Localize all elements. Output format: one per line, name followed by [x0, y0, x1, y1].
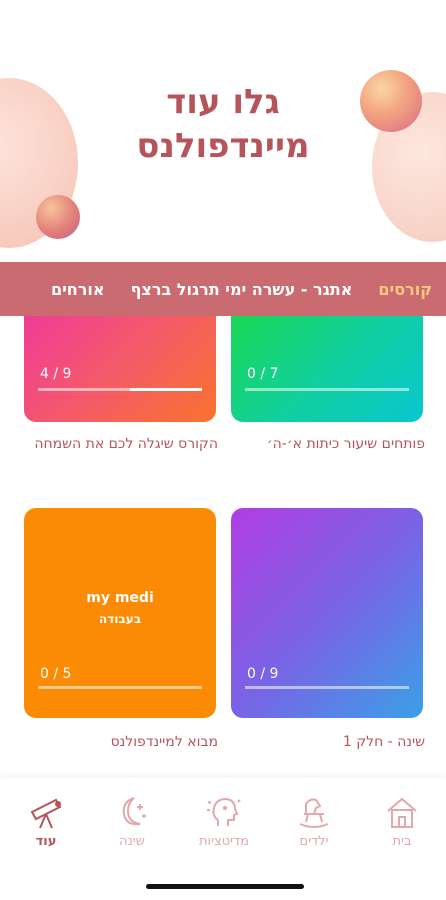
- progress-bar: [245, 388, 409, 391]
- course-title[interactable]: מבוא למיינדפולנס: [18, 730, 218, 754]
- telescope-icon: [30, 798, 62, 829]
- header: גלו עוד מיינדפולנס: [0, 0, 446, 262]
- nav-item-more[interactable]: עוד: [6, 794, 86, 854]
- nav-label: שינה: [119, 834, 145, 849]
- progress-text: 4 / 9: [40, 366, 72, 382]
- progress-fill: [129, 388, 202, 391]
- bottom-navigation: בית ילדים מדיטציות שינה עוד: [0, 778, 446, 900]
- nav-label: ילדים: [299, 834, 329, 849]
- card-overlay-subtitle: בעבודה: [98, 612, 142, 626]
- tab-challenge[interactable]: אתגר - עשרה ימי תרגול ברצף: [131, 280, 353, 299]
- meditation-head-icon: [207, 797, 241, 826]
- progress-bar: [245, 686, 409, 689]
- category-tabs: קורסים אתגר - עשרה ימי תרגול ברצף אורחים: [0, 262, 446, 316]
- progress-bar: [38, 388, 202, 391]
- page-title-line1: גלו עוד: [166, 82, 280, 122]
- progress-text: 0 / 5: [40, 666, 72, 682]
- nav-item-sleep[interactable]: שינה: [92, 794, 172, 854]
- page-title: גלו עוד מיינדפולנס: [60, 80, 386, 168]
- course-title[interactable]: שינה - חלק 1: [225, 730, 425, 754]
- nav-label: בית: [392, 834, 412, 849]
- course-card[interactable]: my medi בעבודה 0 / 5: [24, 508, 216, 718]
- tab-courses[interactable]: קורסים: [378, 280, 432, 299]
- nav-item-kids[interactable]: ילדים: [274, 794, 354, 854]
- moon-stars-icon: [122, 797, 146, 826]
- nav-label: עוד: [35, 834, 57, 849]
- nav-item-home[interactable]: בית: [362, 794, 442, 854]
- progress-text: 0 / 7: [247, 366, 279, 382]
- progress-bar: [38, 686, 202, 689]
- home-indicator: [146, 884, 304, 889]
- course-card[interactable]: 0 / 9: [231, 508, 423, 718]
- home-icon: [387, 797, 417, 828]
- nav-item-meditations[interactable]: מדיטציות: [184, 794, 264, 854]
- page-title-line2: מיינדפולנס: [136, 126, 310, 166]
- course-title[interactable]: הקורס שיגלה לכם את השמחה: [18, 432, 218, 456]
- course-card[interactable]: 0 / 7: [231, 316, 423, 422]
- courses-grid: 0 / 7 פותחים שיעור כיתות א׳-ה׳ 4 / 9 הקו…: [0, 316, 446, 778]
- course-card[interactable]: 4 / 9: [24, 316, 216, 422]
- tab-guests[interactable]: אורחים: [51, 280, 105, 299]
- decorative-orb: [36, 195, 80, 239]
- card-overlay-title: my medi: [86, 590, 154, 606]
- course-title[interactable]: פותחים שיעור כיתות א׳-ה׳: [225, 432, 425, 456]
- progress-text: 0 / 9: [247, 666, 279, 682]
- rocking-horse-icon: [299, 798, 329, 828]
- nav-label: מדיטציות: [199, 834, 249, 849]
